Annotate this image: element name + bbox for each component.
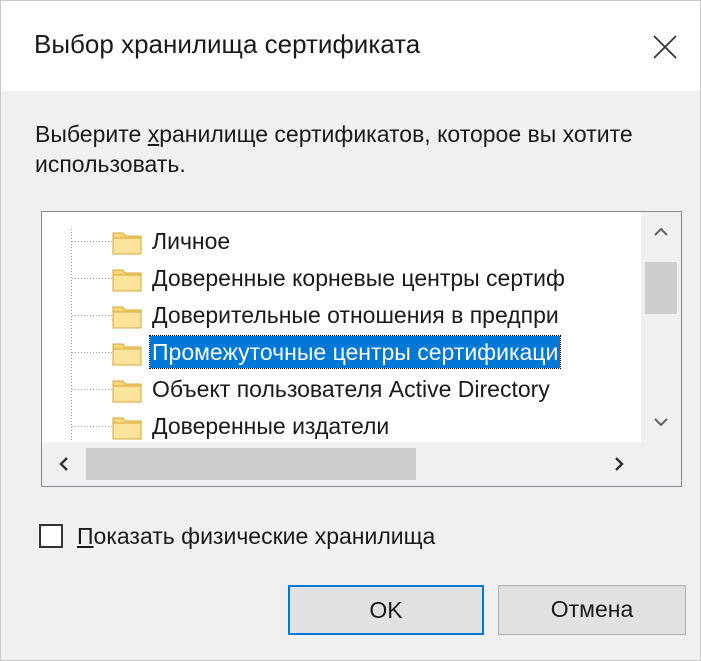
tree-item-label: Доверительные отношения в предпри (152, 302, 559, 328)
cancel-button[interactable]: Отмена (498, 585, 686, 635)
instruction-accelerator: х (147, 121, 160, 147)
tree-item-ad-user-object[interactable]: Объект пользователя Active Directory (112, 371, 641, 408)
instruction-before: Выберите (35, 121, 148, 147)
tree-item-label: Доверенные корневые центры сертиф (152, 265, 565, 291)
tree-item-label: Доверенные издатели (152, 413, 390, 439)
close-button[interactable] (637, 19, 693, 75)
close-icon (653, 35, 677, 59)
store-tree[interactable]: Личное Доверенные корневые центры сертиф… (41, 211, 682, 487)
chevron-up-icon (654, 227, 668, 236)
tree-item-intermediate-ca[interactable]: Промежуточные центры сертификаци (112, 334, 641, 371)
scroll-down-button[interactable] (641, 402, 681, 442)
folder-icon (112, 269, 142, 292)
tree-item-label: Промежуточные центры сертификаци (148, 335, 562, 369)
folder-icon (112, 343, 142, 366)
dialog-title: Выбор хранилища сертификата (34, 29, 421, 59)
checkbox-label-rest: оказать физические хранилища (93, 523, 436, 549)
instruction-text: Выберите хранилище сертификатов, которое… (35, 119, 685, 179)
chevron-left-icon (59, 457, 68, 471)
folder-icon (112, 417, 142, 440)
vertical-scroll-thumb[interactable] (645, 262, 677, 314)
scroll-left-button[interactable] (42, 442, 86, 486)
folder-icon (112, 232, 142, 255)
scroll-right-button[interactable] (597, 442, 641, 486)
tree-item-personal[interactable]: Личное (112, 223, 641, 260)
ok-button[interactable]: OK (288, 585, 484, 635)
checkbox-accelerator: П (77, 523, 94, 549)
tree-item-trusted-publishers[interactable]: Доверенные издатели (112, 408, 641, 442)
chevron-right-icon (615, 457, 624, 471)
tree-viewport: Личное Доверенные корневые центры сертиф… (42, 212, 641, 442)
horizontal-scroll-thumb[interactable] (86, 448, 416, 480)
scrollbar-corner (641, 442, 681, 486)
tree-item-trusted-root-ca[interactable]: Доверенные корневые центры сертиф (112, 260, 641, 297)
chevron-down-icon (654, 418, 668, 427)
folder-icon (112, 306, 142, 329)
scroll-up-button[interactable] (641, 212, 681, 252)
certificate-store-dialog: Выбор хранилища сертификата Выберите хра… (0, 0, 701, 661)
tree-item-label: Объект пользователя Active Directory (152, 376, 550, 402)
horizontal-scrollbar[interactable] (42, 442, 641, 486)
folder-icon (112, 380, 142, 403)
checkbox-label: Показать физические хранилища (77, 520, 435, 552)
checkbox-box[interactable] (39, 524, 63, 548)
tree-item-label: Личное (152, 228, 231, 254)
title-bar: Выбор хранилища сертификата (1, 1, 700, 91)
tree-item-enterprise-trust[interactable]: Доверительные отношения в предпри (112, 297, 641, 334)
vertical-scrollbar[interactable] (641, 212, 681, 442)
